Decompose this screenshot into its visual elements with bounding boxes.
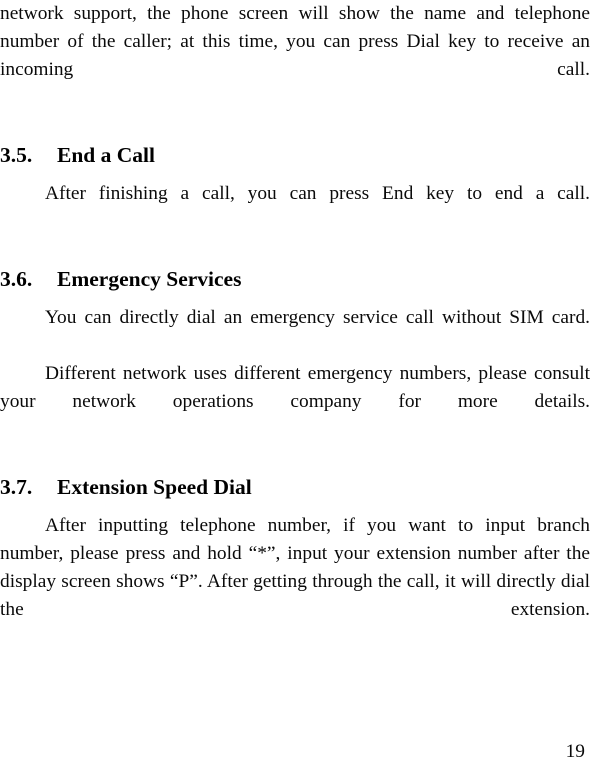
heading-3-7-title: Extension Speed Dial: [57, 475, 252, 499]
heading-3-7: 3.7. Extension Speed Dial: [0, 475, 590, 499]
document-page: network support, the phone screen will s…: [0, 0, 590, 769]
heading-3-6: 3.6. Emergency Services: [0, 267, 590, 291]
heading-3-7-number: 3.7.: [0, 475, 33, 499]
paragraph-3-6-2: Different network uses different emergen…: [0, 363, 590, 412]
paragraph-3-6-1: You can directly dial an emergency servi…: [45, 307, 590, 328]
heading-3-6-number: 3.6.: [0, 267, 33, 291]
paragraph-3-7: After inputting telephone number, if you…: [0, 515, 590, 620]
page-content: network support, the phone screen will s…: [0, 0, 590, 652]
page-number: 19: [565, 741, 585, 762]
heading-3-5-title: End a Call: [57, 143, 155, 167]
continued-paragraph: network support, the phone screen will s…: [0, 3, 590, 80]
heading-3-6-title: Emergency Services: [57, 267, 242, 291]
heading-3-5: 3.5. End a Call: [0, 143, 590, 167]
heading-3-5-number: 3.5.: [0, 143, 33, 167]
paragraph-3-5: After finishing a call, you can press En…: [45, 183, 590, 204]
